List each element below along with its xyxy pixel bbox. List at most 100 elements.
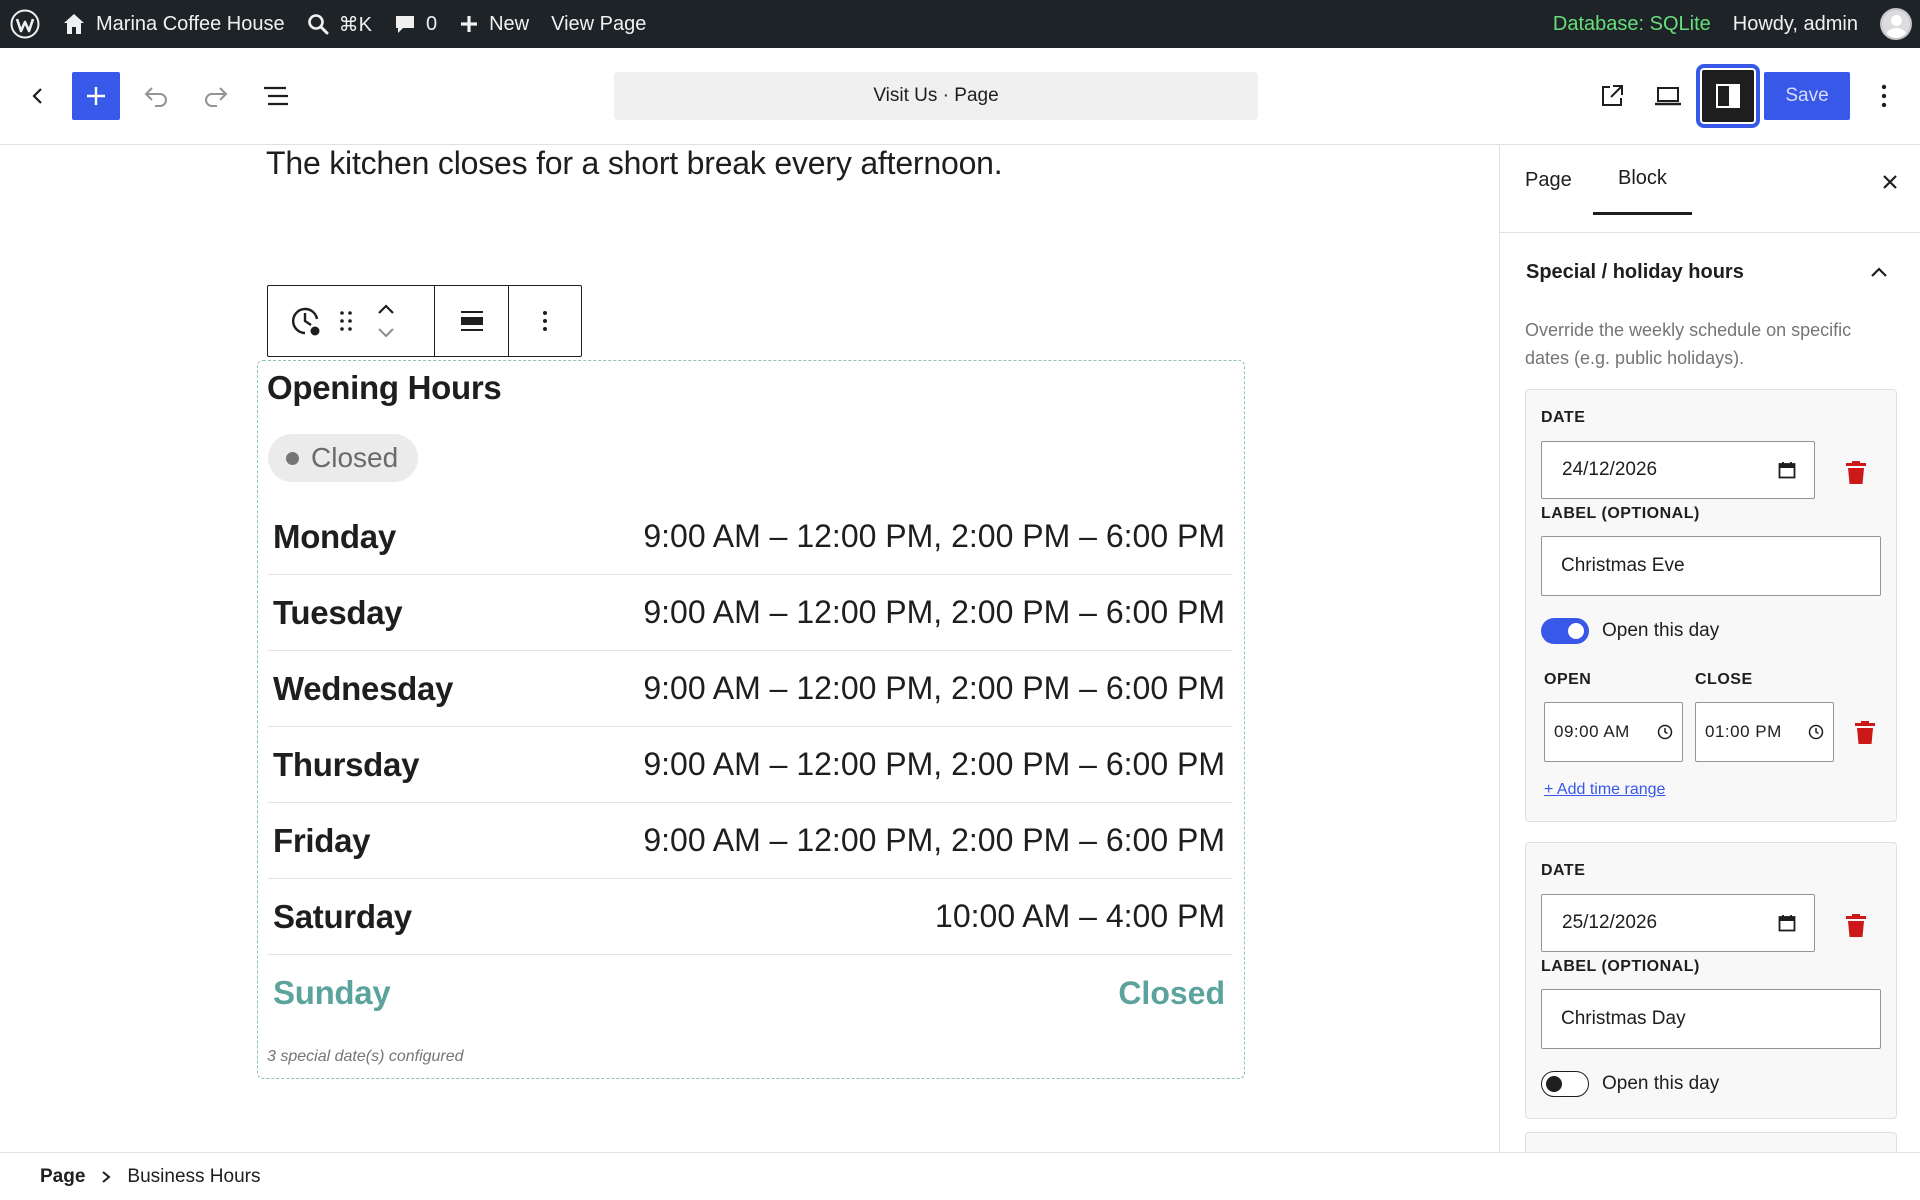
command-palette-button[interactable]: ⌘K bbox=[296, 0, 383, 48]
date-label: DATE bbox=[1541, 409, 1586, 426]
panel-description: Override the weekly schedule on specific… bbox=[1525, 320, 1852, 368]
open-time-input[interactable]: 09:00 AM bbox=[1544, 702, 1683, 762]
status-text: Closed bbox=[311, 442, 399, 473]
clock-icon[interactable] bbox=[1657, 724, 1673, 740]
hours-row: Thursday 9:00 AM – 12:00 PM, 2:00 PM – 6:… bbox=[268, 727, 1232, 803]
breadcrumb-root[interactable]: Page bbox=[40, 1166, 85, 1188]
block-options-button[interactable] bbox=[542, 286, 548, 356]
label-input[interactable]: Christmas Day bbox=[1541, 989, 1881, 1049]
day-name: Thursday bbox=[273, 745, 420, 783]
save-button[interactable]: Save bbox=[1764, 72, 1850, 120]
move-down-icon[interactable] bbox=[376, 327, 396, 339]
preview-button[interactable] bbox=[1646, 74, 1690, 118]
new-content-menu[interactable]: New bbox=[448, 0, 540, 48]
search-icon bbox=[307, 14, 329, 35]
new-label: New bbox=[489, 12, 530, 35]
trash-icon bbox=[1846, 461, 1866, 484]
status-dot bbox=[286, 451, 299, 465]
account-menu[interactable]: Howdy, admin bbox=[1722, 0, 1920, 48]
label-input[interactable]: Christmas Eve bbox=[1541, 536, 1881, 596]
undo-button[interactable] bbox=[136, 74, 176, 118]
block-toolbar bbox=[267, 285, 582, 357]
intro-paragraph[interactable]: The kitchen closes for a short break eve… bbox=[266, 145, 1003, 182]
trash-icon bbox=[1846, 914, 1866, 937]
document-title-bar[interactable]: Visit Us · Page bbox=[614, 72, 1258, 120]
document-overview-button[interactable] bbox=[256, 74, 296, 118]
open-time-value: 09:00 AM bbox=[1554, 722, 1630, 741]
hours-row: Wednesday 9:00 AM – 12:00 PM, 2:00 PM – 6… bbox=[268, 651, 1232, 727]
date-value: 25/12/2026 bbox=[1562, 912, 1658, 933]
admin-bar: Marina Coffee House ⌘K 0 New View Page D… bbox=[0, 0, 1920, 48]
panel-title[interactable]: Special / holiday hours bbox=[1526, 261, 1744, 284]
special-dates-note: 3 special date(s) configured bbox=[267, 1048, 464, 1065]
day-name: Tuesday bbox=[273, 593, 403, 631]
calendar-icon[interactable] bbox=[1778, 914, 1796, 932]
more-vertical-icon bbox=[1881, 84, 1887, 108]
drag-handle-icon bbox=[340, 311, 352, 331]
label-value: Christmas Eve bbox=[1561, 555, 1685, 576]
back-button[interactable] bbox=[20, 78, 56, 114]
breadcrumb-current[interactable]: Business Hours bbox=[127, 1166, 260, 1188]
sidebar-icon bbox=[1716, 84, 1740, 108]
hours-row: Friday 9:00 AM – 12:00 PM, 2:00 PM – 6:00… bbox=[268, 803, 1232, 879]
drag-handle[interactable] bbox=[326, 286, 366, 356]
remove-date-button[interactable] bbox=[1841, 910, 1871, 940]
chevron-right-icon bbox=[101, 1170, 111, 1184]
redo-icon bbox=[205, 87, 228, 107]
open-day-label: Open this day bbox=[1602, 1073, 1720, 1094]
open-day-toggle[interactable] bbox=[1541, 1071, 1589, 1097]
block-type-button[interactable] bbox=[286, 286, 326, 356]
day-name: Friday bbox=[273, 821, 371, 859]
add-time-range-link[interactable]: + Add time range bbox=[1544, 781, 1665, 799]
day-hours: 10:00 AM – 4:00 PM bbox=[935, 898, 1225, 934]
label-field-label: LABEL (OPTIONAL) bbox=[1541, 505, 1700, 522]
panel-toggle-button[interactable] bbox=[1864, 257, 1894, 287]
block-inserter-button[interactable] bbox=[72, 72, 120, 120]
wordpress-logo-icon bbox=[10, 9, 40, 39]
remove-date-button[interactable] bbox=[1841, 457, 1871, 487]
comments-menu[interactable]: 0 bbox=[383, 0, 448, 48]
chevron-up-icon bbox=[1871, 267, 1887, 277]
comment-icon bbox=[395, 16, 414, 33]
day-hours: 9:00 AM – 12:00 PM, 2:00 PM – 6:00 PM bbox=[643, 822, 1225, 858]
close-time-input[interactable]: 01:00 PM bbox=[1695, 702, 1834, 762]
open-day-toggle[interactable] bbox=[1541, 618, 1589, 644]
settings-toggle-button[interactable] bbox=[1700, 68, 1756, 124]
special-date-card: DATE 24/12/2026 LABEL (OPTIONAL) Christm… bbox=[1525, 389, 1897, 822]
plus-icon bbox=[87, 87, 105, 105]
day-hours: 9:00 AM – 12:00 PM, 2:00 PM – 6:00 PM bbox=[643, 746, 1225, 782]
calendar-icon[interactable] bbox=[1778, 461, 1796, 479]
options-menu-button[interactable] bbox=[1866, 74, 1902, 118]
close-time-value: 01:00 PM bbox=[1705, 722, 1782, 741]
align-button[interactable] bbox=[459, 286, 485, 356]
site-name-menu[interactable]: Marina Coffee House bbox=[51, 0, 296, 48]
external-link-icon bbox=[1602, 85, 1623, 106]
view-page-link[interactable]: View Page bbox=[540, 0, 657, 48]
move-up-icon[interactable] bbox=[376, 303, 396, 315]
tab-block[interactable]: Block bbox=[1593, 145, 1692, 215]
redo-button[interactable] bbox=[196, 74, 236, 118]
home-icon bbox=[64, 14, 84, 34]
document-title: Visit Us · Page bbox=[873, 85, 999, 106]
date-input[interactable]: 25/12/2026 bbox=[1541, 894, 1815, 952]
plus-icon bbox=[461, 16, 478, 32]
close-sidebar-button[interactable] bbox=[1875, 167, 1905, 197]
view-page-button[interactable] bbox=[1590, 74, 1634, 118]
tab-page[interactable]: Page bbox=[1500, 145, 1597, 215]
remove-time-range-button[interactable] bbox=[1850, 717, 1880, 747]
date-value: 24/12/2026 bbox=[1562, 459, 1658, 480]
open-day-label: Open this day bbox=[1602, 620, 1720, 641]
hours-row-closed: Sunday Closed bbox=[268, 955, 1232, 1031]
clock-icon[interactable] bbox=[1808, 724, 1824, 740]
hours-table: Monday 9:00 AM – 12:00 PM, 2:00 PM – 6:00… bbox=[268, 499, 1232, 1031]
opening-hours-block[interactable]: Opening Hours Closed Monday 9:00 AM – 12:… bbox=[257, 360, 1245, 1079]
label-value: Christmas Day bbox=[1561, 1008, 1686, 1029]
day-hours: 9:00 AM – 12:00 PM, 2:00 PM – 6:00 PM bbox=[643, 518, 1225, 554]
list-view-icon bbox=[264, 86, 288, 106]
trash-icon bbox=[1855, 721, 1875, 744]
date-input[interactable]: 24/12/2026 bbox=[1541, 441, 1815, 499]
database-indicator: Database: SQLite bbox=[1552, 12, 1711, 35]
status-badge: Closed bbox=[268, 434, 419, 482]
wordpress-logo-menu[interactable] bbox=[0, 0, 51, 48]
sidebar-tabs: Page Block bbox=[1500, 145, 1920, 233]
